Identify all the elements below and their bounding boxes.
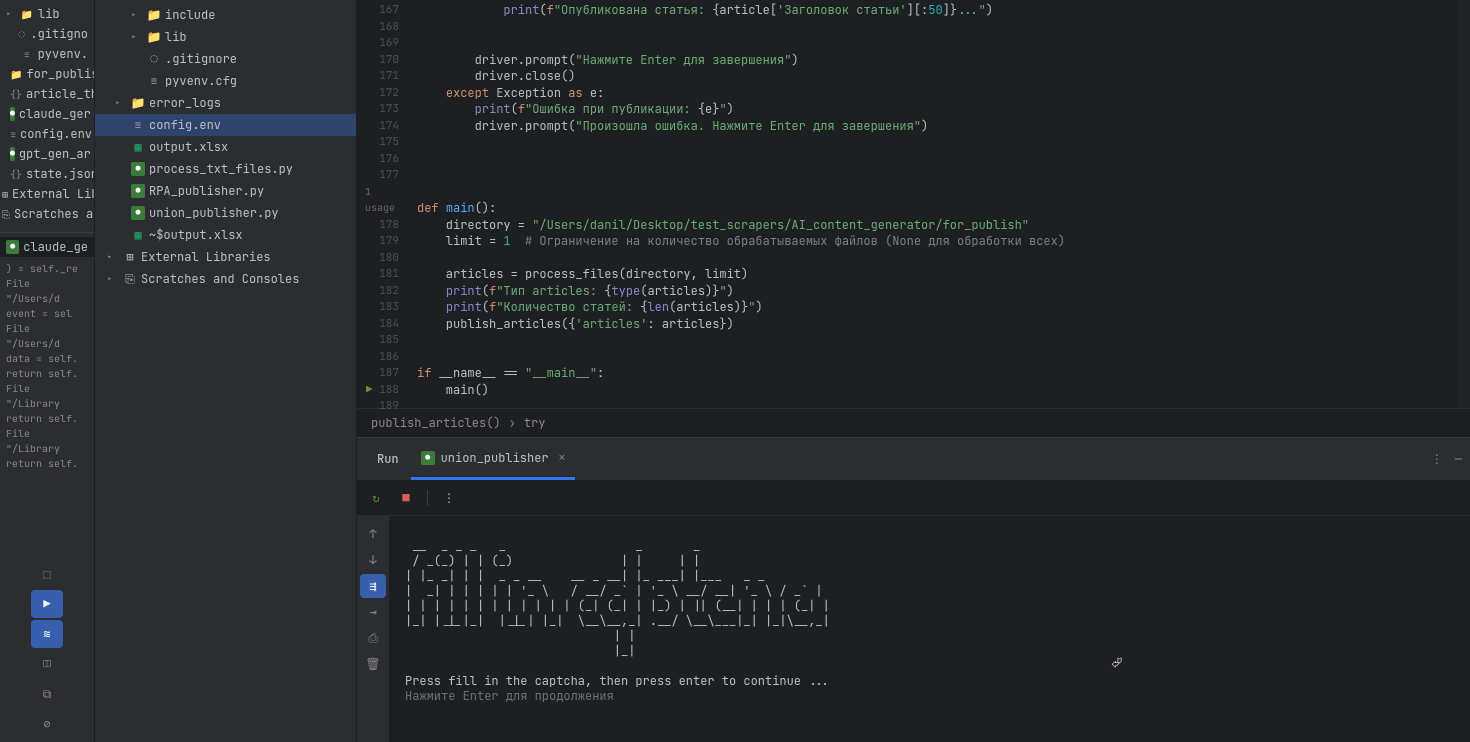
code-editor[interactable]: 1671681691701711721731741751761771 usage…	[357, 0, 1470, 408]
xlsx-icon: ▦	[131, 140, 145, 154]
console-line: Press fill in the captcha, then press en…	[405, 673, 830, 689]
breadcrumb[interactable]: publish_articles() › try	[357, 408, 1470, 437]
more-icon[interactable]: ⋮	[1431, 451, 1443, 467]
tree-row[interactable]: ▸📁include	[95, 4, 356, 26]
run-console-output[interactable]: __ _ _ _ _ _ _ / _(_) | | (_) | | | | | …	[389, 516, 1470, 742]
tree-row[interactable]: ≡ pyvenv.cfg	[95, 70, 356, 92]
tree-item-label: output.xlsx	[149, 139, 228, 155]
print-icon[interactable]: ⎙	[360, 626, 386, 650]
tree-item-label: include	[165, 7, 215, 23]
close-icon[interactable]: ✕	[559, 451, 566, 465]
tree-item-label: error_logs	[149, 95, 221, 111]
tree-item-label: lib	[165, 29, 187, 45]
mini-item[interactable]: {}state.json	[0, 164, 94, 184]
console-line: Нажмите Enter для продолжения	[405, 688, 614, 704]
mini-item[interactable]: 📁for_publis	[0, 64, 94, 84]
py-icon: ●	[131, 206, 145, 220]
run-title: Run	[365, 451, 411, 467]
mini-item[interactable]: ≡pyvenv.	[0, 44, 94, 64]
structure-icon[interactable]: ◫	[31, 650, 63, 678]
breadcrumb-item[interactable]: publish_articles()	[371, 415, 501, 431]
mini-scratches[interactable]: ⎘Scratches an	[0, 204, 94, 224]
run-tool-window: Run ● union_publisher ✕ ⋮ — ↻ ■ ⋮	[357, 437, 1470, 742]
tree-external-libraries[interactable]: ▸⊞External Libraries	[95, 246, 356, 268]
tree-item-label: union_publisher.py	[149, 205, 279, 221]
tree-row[interactable]: ▦ ~$output.xlsx	[95, 224, 356, 246]
tree-row[interactable]: ◌ .gitignore	[95, 48, 356, 70]
run-tab-bar: Run ● union_publisher ✕ ⋮ —	[357, 438, 1470, 480]
tree-row[interactable]: ● process_txt_files.py	[95, 158, 356, 180]
run-tool-icon[interactable]: ▶	[31, 590, 63, 618]
stop-button[interactable]: ■	[395, 487, 417, 509]
ascii-banner: __ _ _ _ _ _ _ / _(_) | | (_) | | | | | …	[405, 538, 830, 659]
services-icon[interactable]: ≋	[31, 620, 63, 648]
run-side-toolbar: ↑ ↓ ⇶ ⇥ ⎙ 🗑	[357, 516, 389, 742]
editor-scrollbar[interactable]	[1458, 0, 1470, 408]
mini-item[interactable]: ◌.gitigno	[0, 24, 94, 44]
folder-icon: 📁	[131, 96, 145, 110]
problems-icon[interactable]: ⊘	[31, 710, 63, 738]
tree-item-label: RPA_publisher.py	[149, 183, 264, 199]
down-icon[interactable]: ↓	[360, 548, 386, 572]
chevron-right-icon: ›	[509, 415, 516, 431]
soft-wrap-icon[interactable]: ⇶	[360, 574, 386, 598]
mini-item[interactable]: ≡config.env	[0, 124, 94, 144]
lines-icon: ≡	[131, 118, 145, 132]
tree-row[interactable]: ● union_publisher.py	[95, 202, 356, 224]
tree-item-label: process_txt_files.py	[149, 161, 293, 177]
tool-window-bar: ▸📁lib ◌.gitigno ≡pyvenv. 📁for_publis {}a…	[0, 0, 95, 742]
run-tab-label: union_publisher	[441, 450, 549, 466]
run-toolbar: ↻ ■ ⋮	[357, 480, 1470, 516]
tree-item-label: ~$output.xlsx	[149, 227, 243, 243]
python-packages-icon[interactable]: ⬚	[31, 560, 63, 588]
minimize-icon[interactable]: —	[1455, 451, 1462, 467]
terminal-icon[interactable]: ⧉	[31, 680, 63, 708]
tree-row[interactable]: ≡ config.env	[95, 114, 356, 136]
scroll-to-end-icon[interactable]: ⇥	[360, 600, 386, 624]
more-actions-icon[interactable]: ⋮	[438, 487, 460, 509]
tree-row[interactable]: ▸📁lib	[95, 26, 356, 48]
mini-item[interactable]: ▸📁lib	[0, 4, 94, 24]
background-trace: ) = self._reFile "/Users/d event = selFi…	[0, 257, 94, 475]
rerun-button[interactable]: ↻	[365, 487, 387, 509]
up-icon[interactable]: ↑	[360, 522, 386, 546]
code-body[interactable]: print(f"Опубликована статья: {article['З…	[407, 0, 1458, 408]
mouse-cursor-icon: ⮰	[1111, 656, 1122, 671]
tree-row[interactable]: ▸📁error_logs	[95, 92, 356, 114]
project-tree[interactable]: ▸📁include▸📁lib◌.gitignore≡pyvenv.cfg▸📁er…	[95, 0, 357, 742]
background-editor-tab[interactable]: ●claude_ge	[0, 237, 94, 257]
python-icon: ●	[421, 451, 435, 465]
py-icon: ●	[131, 184, 145, 198]
tree-item-label: .gitignore	[165, 51, 237, 67]
clear-icon[interactable]: 🗑	[360, 652, 386, 676]
py-icon: ●	[131, 162, 145, 176]
file-icon: ◌	[147, 52, 161, 66]
folder-icon: 📁	[147, 30, 161, 44]
run-config-tab[interactable]: ● union_publisher ✕	[411, 438, 576, 480]
mini-item[interactable]: ●claude_ger	[0, 104, 94, 124]
xlsx-icon: ▦	[131, 228, 145, 242]
project-mini-tree: ▸📁lib ◌.gitigno ≡pyvenv. 📁for_publis {}a…	[0, 0, 94, 228]
mini-item[interactable]: ●gpt_gen_ar	[0, 144, 94, 164]
tree-item-label: pyvenv.cfg	[165, 73, 237, 89]
tree-item-label: config.env	[149, 117, 221, 133]
left-tool-buttons: ⬚ ▶ ≋ ◫ ⧉ ⊘	[0, 556, 94, 742]
editor-gutter[interactable]: 1671681691701711721731741751761771 usage…	[357, 0, 407, 408]
mini-external[interactable]: ⊞External Libra	[0, 184, 94, 204]
tree-scratches[interactable]: ▸⎘Scratches and Consoles	[95, 268, 356, 290]
tree-row[interactable]: ● RPA_publisher.py	[95, 180, 356, 202]
folder-icon: 📁	[147, 8, 161, 22]
lines-icon: ≡	[147, 74, 161, 88]
tree-row[interactable]: ▦ output.xlsx	[95, 136, 356, 158]
breadcrumb-item[interactable]: try	[524, 415, 546, 431]
mini-item[interactable]: {}article_then	[0, 84, 94, 104]
